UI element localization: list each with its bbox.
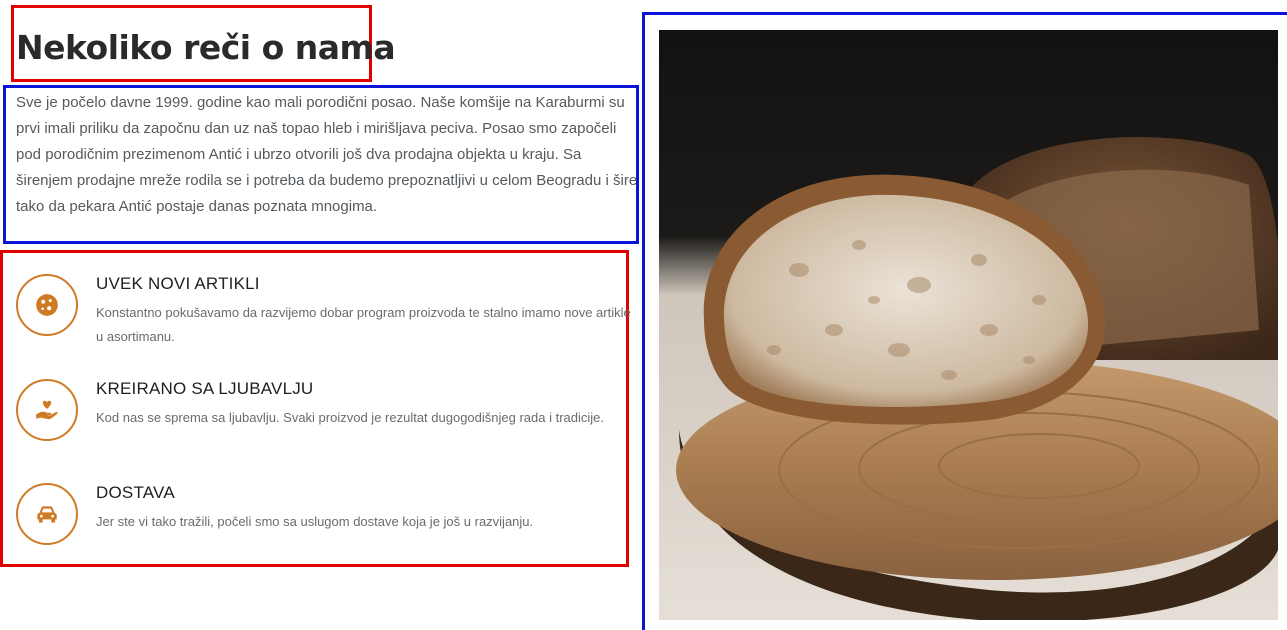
feature-description: Jer ste vi tako tražili, počeli smo sa u… <box>96 514 534 529</box>
intro-paragraph: Sve je počelo davne 1999. godine kao mal… <box>16 94 638 215</box>
car-icon <box>16 483 78 545</box>
cookie-icon <box>16 274 78 336</box>
feature-description: Kod nas se sprema sa ljubavlju. Svaki pr… <box>96 410 605 425</box>
hand-heart-icon <box>16 379 78 441</box>
feature-description: Konstantno pokušavamo da razvijemo dobar… <box>96 305 631 344</box>
feature-title: DOSTAVA <box>96 483 175 502</box>
section-heading: Nekoliko reči o nama <box>16 28 396 67</box>
feature-title: KREIRANO SA LJUBAVLJU <box>96 379 314 398</box>
about-section: Nekoliko reči o nama Sve je počelo davne… <box>0 0 1287 630</box>
feature-title: UVEK NOVI ARTIKLI <box>96 274 260 293</box>
bread-photo <box>659 30 1278 620</box>
